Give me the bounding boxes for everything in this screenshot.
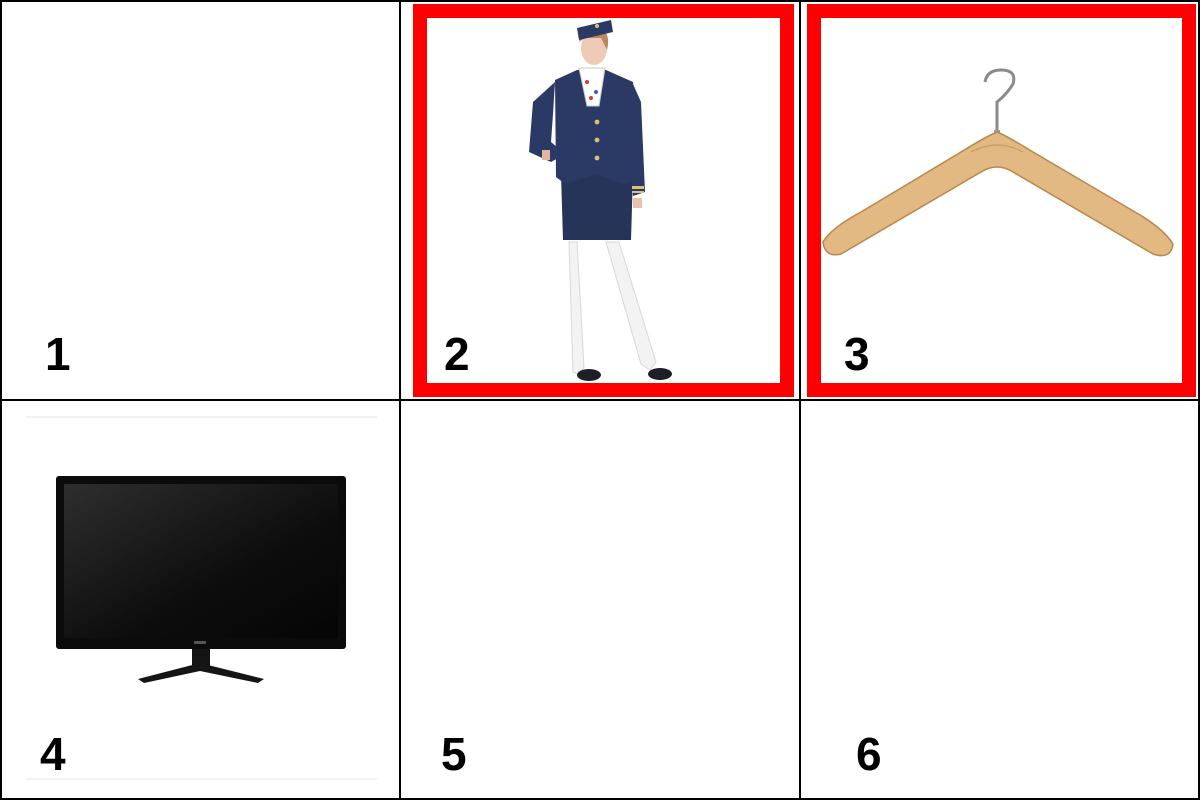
grid-border-top bbox=[0, 0, 1200, 2]
tile-4[interactable]: 4 bbox=[2, 401, 399, 798]
tile-number: 5 bbox=[441, 728, 467, 780]
tile-3[interactable]: 3 bbox=[801, 2, 1198, 399]
tile-number: 4 bbox=[40, 728, 66, 780]
tile-number: 1 bbox=[45, 328, 71, 380]
tile-number: 2 bbox=[444, 328, 470, 380]
tile-2[interactable]: 2 bbox=[401, 2, 799, 399]
tile-number: 3 bbox=[844, 328, 870, 380]
tile-6[interactable]: 6 bbox=[801, 401, 1198, 798]
tile-number: 6 bbox=[856, 728, 882, 780]
tile-5[interactable]: 5 bbox=[401, 401, 799, 798]
image-selection-grid: 1 2 3 4 5 6 bbox=[0, 0, 1200, 800]
grid-divider-horizontal bbox=[0, 399, 1200, 401]
tile-1[interactable]: 1 bbox=[2, 2, 399, 399]
